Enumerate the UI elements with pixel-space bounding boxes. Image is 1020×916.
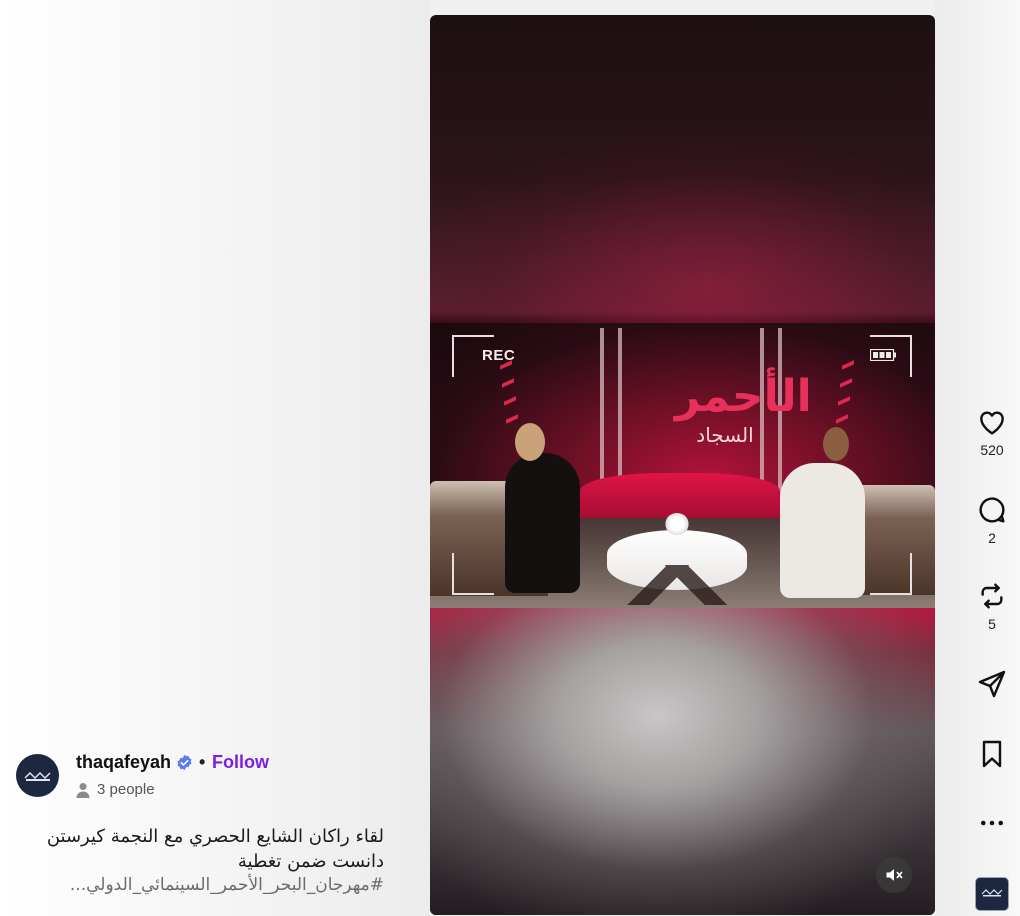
set-stripe bbox=[838, 396, 850, 406]
background-left bbox=[0, 0, 430, 916]
video-player[interactable]: الأحمر السجاد REC bbox=[430, 15, 935, 915]
host-head bbox=[823, 427, 849, 461]
guest-head bbox=[515, 423, 545, 461]
table-pattern bbox=[622, 565, 732, 605]
post-hashtags[interactable]: #مهرجان_البحر_الأحمر_السينمائي_الدولي... bbox=[20, 873, 384, 897]
send-icon bbox=[978, 670, 1006, 698]
comment-count: 2 bbox=[988, 530, 996, 546]
post-caption: لقاء راكان الشايع الحصري مع النجمة كيرست… bbox=[46, 826, 384, 872]
set-pillar bbox=[600, 328, 604, 498]
set-stripe bbox=[502, 378, 514, 388]
host-figure bbox=[780, 463, 865, 598]
video-blur-bottom bbox=[430, 608, 935, 915]
comment-button[interactable]: 2 bbox=[966, 494, 1018, 546]
guest-figure bbox=[505, 453, 580, 593]
heart-icon bbox=[980, 411, 1004, 435]
set-stripe bbox=[504, 396, 516, 406]
save-button[interactable] bbox=[966, 738, 1018, 770]
person-icon bbox=[76, 783, 90, 798]
more-horizontal-icon bbox=[981, 820, 1003, 826]
set-stripe bbox=[842, 360, 854, 370]
author-avatar[interactable] bbox=[16, 754, 59, 797]
comment-bubble-icon bbox=[979, 497, 1005, 523]
set-pillar bbox=[618, 328, 622, 498]
repost-icon bbox=[981, 583, 1003, 609]
thaqafeyah-logo-icon bbox=[23, 771, 51, 781]
red-carpet-stage bbox=[580, 473, 780, 518]
rec-label: REC bbox=[482, 347, 516, 364]
speaker-muted-icon bbox=[886, 869, 903, 881]
background-right bbox=[935, 0, 1020, 916]
bookmark-icon bbox=[982, 740, 1002, 768]
share-button[interactable] bbox=[966, 668, 1018, 700]
mute-button[interactable] bbox=[876, 857, 912, 893]
viewfinder-corner bbox=[870, 553, 912, 595]
follow-button[interactable]: Follow bbox=[212, 752, 269, 773]
set-stripe bbox=[506, 414, 518, 424]
audio-avatar[interactable] bbox=[975, 877, 1009, 911]
author-username[interactable]: thaqafeyah bbox=[76, 752, 171, 773]
tagged-people-label[interactable]: 3 people bbox=[97, 781, 155, 798]
battery-icon bbox=[870, 349, 896, 361]
set-stripe bbox=[840, 378, 852, 388]
set-title-large: الأحمر bbox=[675, 371, 814, 422]
repost-count: 5 bbox=[988, 616, 996, 632]
separator-dot: • bbox=[199, 752, 206, 772]
video-blur-top bbox=[430, 135, 935, 325]
like-count: 520 bbox=[980, 442, 1004, 458]
video-frame: الأحمر السجاد REC bbox=[430, 323, 935, 608]
repost-button[interactable]: 5 bbox=[966, 580, 1018, 632]
viewfinder-corner bbox=[452, 553, 494, 595]
more-options-button[interactable] bbox=[966, 808, 1018, 838]
flower-vase bbox=[665, 513, 689, 535]
set-title-small: السجاد bbox=[696, 423, 754, 447]
set-stripe bbox=[836, 414, 848, 424]
thaqafeyah-logo-icon bbox=[981, 889, 1003, 897]
verified-badge-icon bbox=[177, 754, 192, 771]
like-button[interactable]: 520 bbox=[966, 406, 1018, 458]
